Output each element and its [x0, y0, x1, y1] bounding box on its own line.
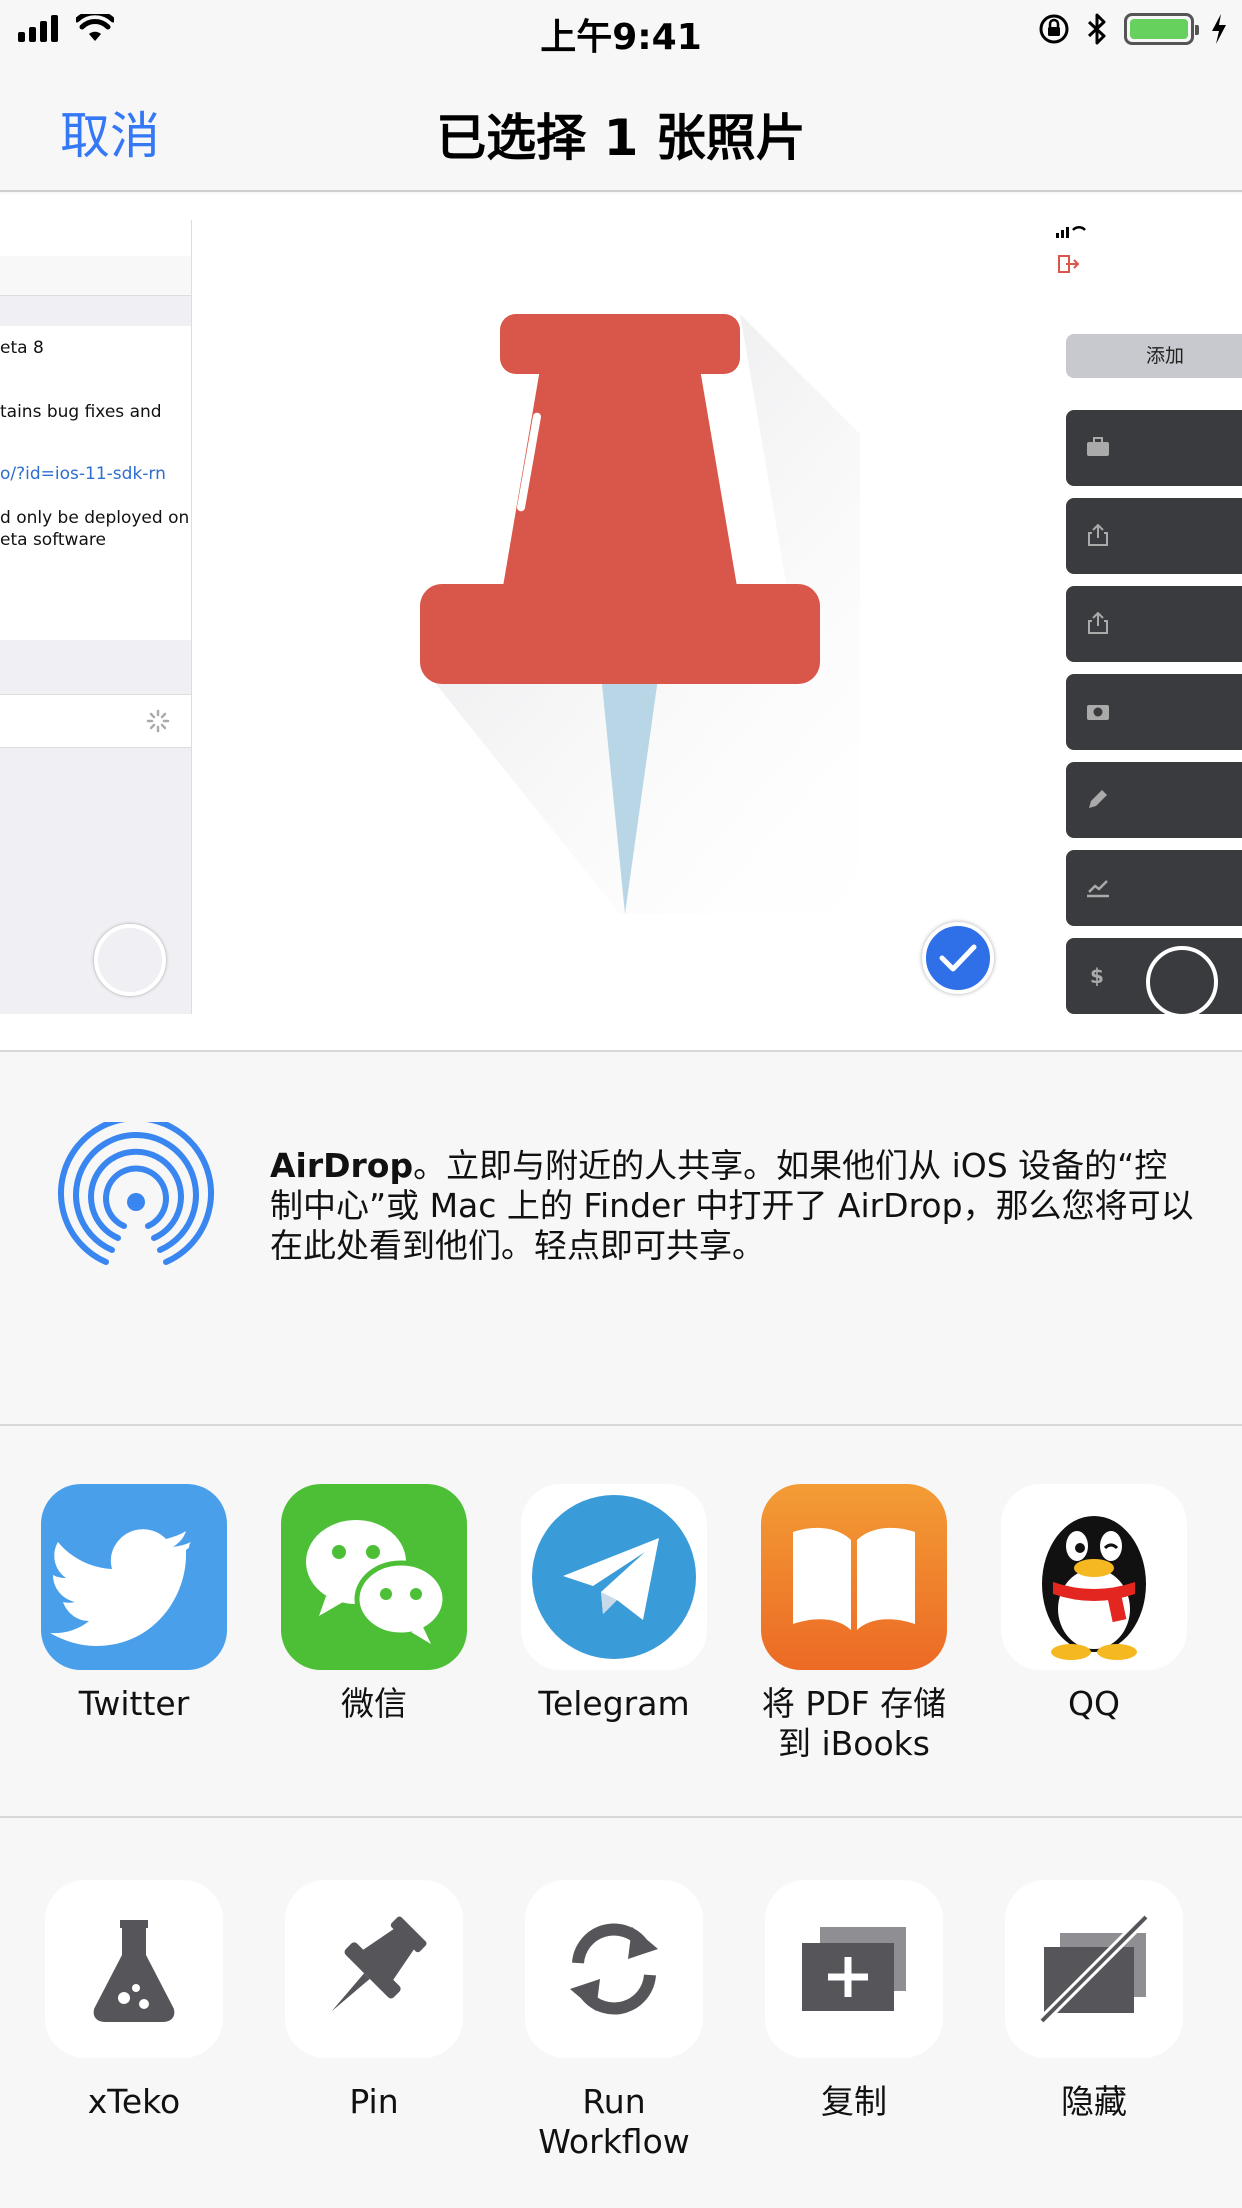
share-sheet: 上午9:41 取消 已选择 1 张照片 eta 8 tains bug fixe…	[0, 0, 1242, 2208]
action-label: 隐藏	[1061, 2082, 1127, 2121]
airdrop-section: AirDrop。立即与附近的人共享。如果他们从 iOS 设备的“控制中心”或 M…	[0, 1052, 1242, 1426]
app-label: 微信	[341, 1684, 407, 1723]
spinner-icon	[146, 709, 170, 733]
logout-icon	[1058, 255, 1080, 273]
action-duplicate[interactable]: 复制	[744, 1880, 964, 2122]
svg-text:$: $	[1090, 964, 1104, 986]
app-label: Telegram	[538, 1684, 690, 1723]
share-app-qq[interactable]: QQ	[984, 1484, 1204, 1724]
photo-thumbnail-left[interactable]: eta 8 tains bug fixes and o/?id=ios-11-s…	[0, 220, 192, 1014]
pushpin-photo[interactable]	[380, 294, 860, 934]
action-label: Run Workflow	[538, 2082, 690, 2161]
share-icon	[1088, 524, 1108, 546]
status-bar: 上午9:41	[0, 0, 1242, 60]
list-item	[1066, 850, 1242, 926]
chart-icon	[1087, 880, 1109, 898]
thumbnail-content: eta 8 tains bug fixes and o/?id=ios-11-s…	[0, 326, 191, 640]
app-label: Twitter	[78, 1684, 190, 1723]
signal-icon	[1056, 226, 1086, 238]
action-label: xTeko	[87, 2082, 181, 2121]
share-icon	[1088, 612, 1108, 634]
thumbnail-link: o/?id=ios-11-sdk-rn	[0, 464, 166, 484]
selected-checkmark-icon[interactable]	[922, 922, 994, 994]
select-circle[interactable]	[94, 924, 166, 996]
select-circle[interactable]	[1146, 946, 1218, 1014]
action-label: 复制	[821, 2082, 887, 2121]
page-title: 已选择 1 张照片	[436, 109, 806, 167]
flask-icon	[45, 1880, 223, 2058]
share-app-telegram[interactable]: Telegram	[504, 1484, 724, 1724]
ibooks-icon	[761, 1484, 947, 1670]
share-app-wechat[interactable]: 微信	[264, 1484, 484, 1724]
thumbnail-text: eta 8	[0, 338, 44, 358]
twitter-icon	[41, 1484, 227, 1670]
orientation-lock-icon	[1039, 14, 1069, 44]
share-actions-row: xTeko Pin Run Workflow 复制 隐藏	[0, 1820, 1242, 2208]
airdrop-description: AirDrop。立即与附近的人共享。如果他们从 iOS 设备的“控制中心”或 M…	[270, 1146, 1200, 1266]
thumbnail-text: tains bug fixes and	[0, 402, 162, 422]
airdrop-icon	[58, 1122, 214, 1265]
qq-icon	[1001, 1484, 1187, 1670]
photo-carousel[interactable]: eta 8 tains bug fixes and o/?id=ios-11-s…	[0, 194, 1242, 1052]
list-item	[1066, 410, 1242, 486]
action-xteko[interactable]: xTeko	[24, 1880, 244, 2122]
share-apps-row: Twitter 微信 Telegram 将 PDF 存储 到 iBooks QQ	[0, 1428, 1242, 1818]
photo-thumbnail-right[interactable]: 添加 $	[1050, 220, 1242, 1014]
action-run-workflow[interactable]: Run Workflow	[504, 1880, 724, 2162]
battery-icon	[1124, 13, 1199, 45]
thumbnail-row	[0, 694, 191, 748]
hide-icon	[1005, 1880, 1183, 2058]
list-item	[1066, 586, 1242, 662]
app-label: 将 PDF 存储 到 iBooks	[761, 1684, 947, 1763]
list-item	[1066, 674, 1242, 750]
action-hide[interactable]: 隐藏	[984, 1880, 1204, 2122]
thumbnail-text: d only be deployed on	[0, 508, 190, 528]
list-item	[1066, 762, 1242, 838]
app-label: QQ	[1068, 1684, 1120, 1723]
refresh-icon	[525, 1880, 703, 2058]
bluetooth-icon	[1087, 13, 1106, 45]
action-label: Pin	[349, 2082, 399, 2121]
pin-icon	[285, 1880, 463, 2058]
share-app-ibooks[interactable]: 将 PDF 存储 到 iBooks	[744, 1484, 964, 1764]
status-right	[1038, 12, 1228, 46]
airdrop-title: AirDrop	[270, 1146, 414, 1185]
share-app-twitter[interactable]: Twitter	[24, 1484, 244, 1724]
add-button: 添加	[1066, 334, 1242, 378]
action-pin[interactable]: Pin	[264, 1880, 484, 2122]
thumbnail-text: eta software	[0, 530, 106, 550]
pencil-icon	[1089, 790, 1107, 808]
wechat-icon	[281, 1484, 467, 1670]
telegram-icon	[521, 1484, 707, 1670]
duplicate-icon	[765, 1880, 943, 2058]
nav-bar: 取消 已选择 1 张照片	[0, 60, 1242, 192]
list-item	[1066, 498, 1242, 574]
briefcase-icon	[1087, 437, 1109, 456]
charging-icon	[1212, 14, 1226, 44]
dollar-icon: $	[1090, 964, 1104, 986]
camera-icon	[1087, 705, 1109, 720]
